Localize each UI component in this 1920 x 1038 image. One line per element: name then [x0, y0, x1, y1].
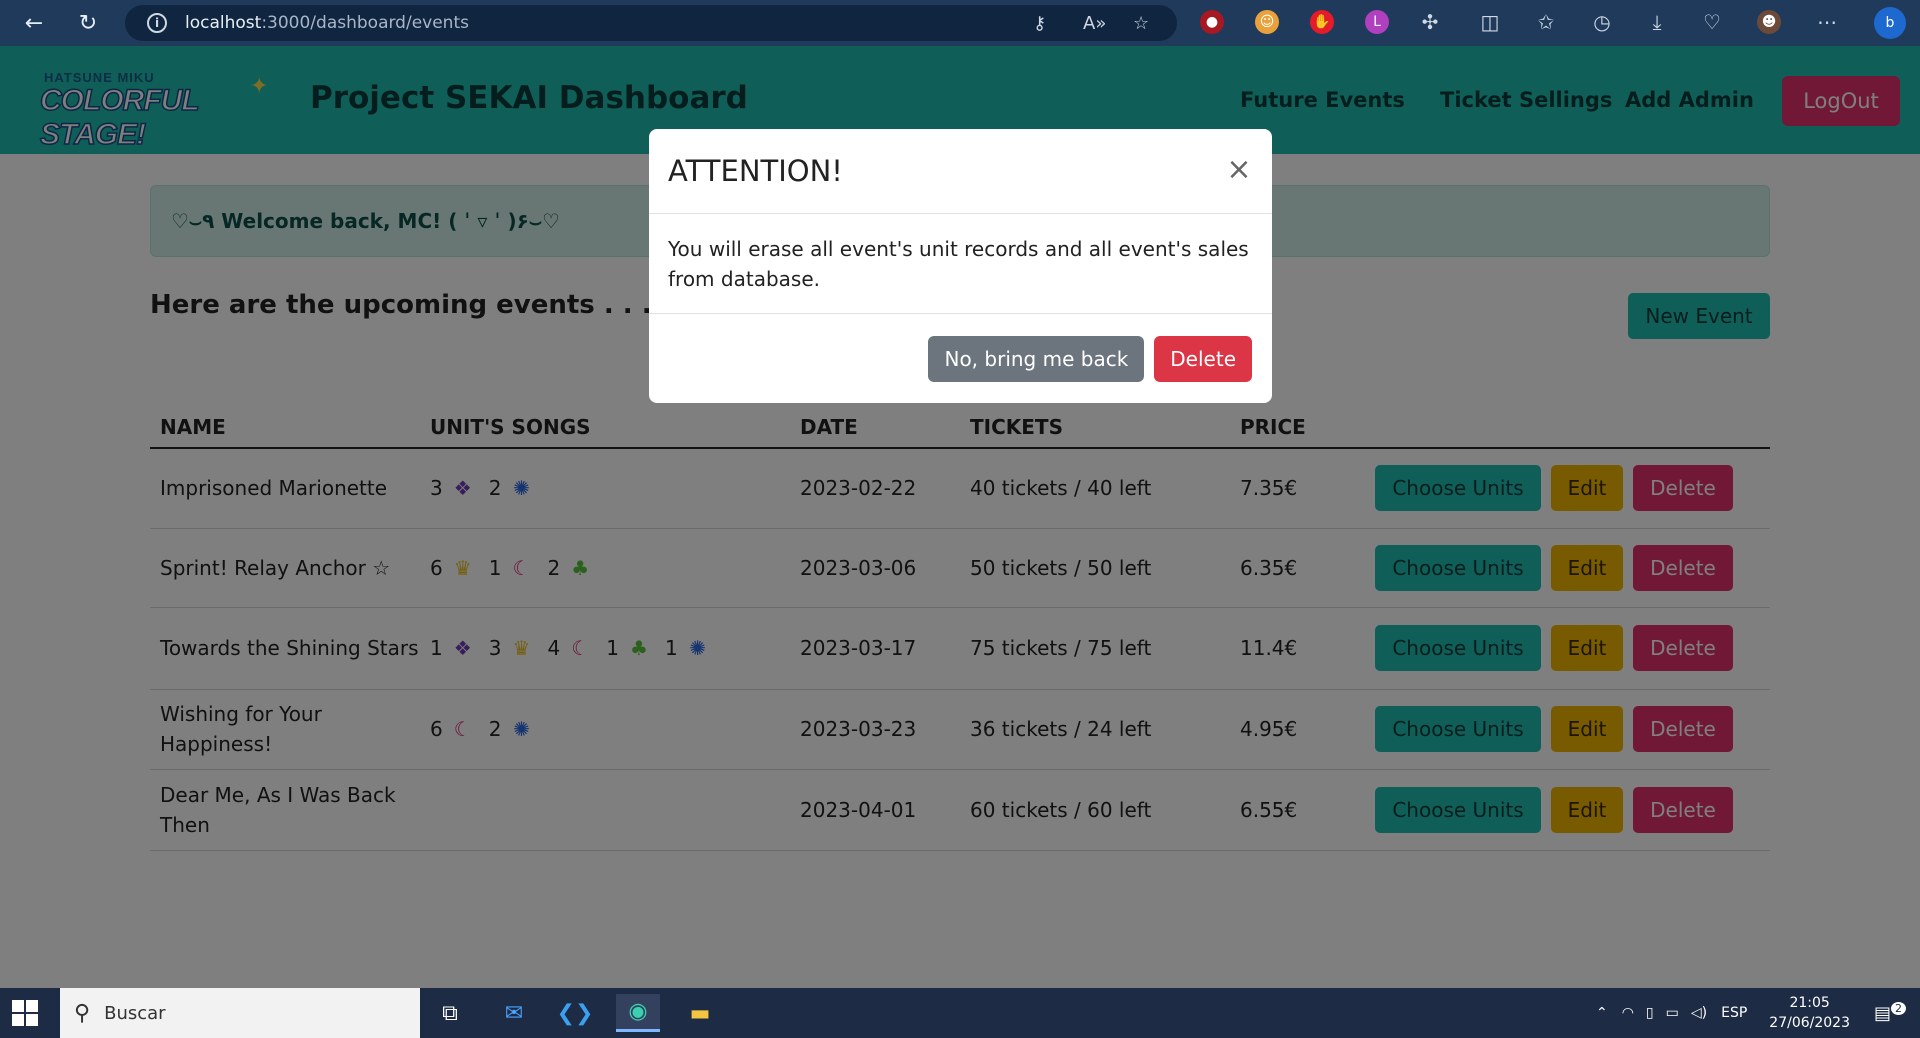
key-icon[interactable]: ⚷	[1033, 13, 1046, 34]
modal-footer: No, bring me back Delete	[649, 314, 1272, 403]
system-tray: ⌃ ◠ ▯ ▭ ◁) ESP 21:05 27/06/2023 ▤ 2	[1588, 988, 1920, 1038]
modal-backdrop[interactable]: ATTENTION! × You will erase all event's …	[0, 46, 1920, 988]
extension-hand-icon[interactable]: ✋	[1310, 10, 1334, 34]
history-icon[interactable]: ◷	[1590, 10, 1614, 34]
search-placeholder: Buscar	[104, 1002, 166, 1024]
confirm-delete-button[interactable]: Delete	[1154, 335, 1252, 382]
chevron-up-icon[interactable]: ⌃	[1596, 1005, 1608, 1021]
vscode-icon[interactable]: ❮❯	[553, 994, 597, 1032]
url-text: localhost:3000/dashboard/events	[185, 13, 469, 33]
downloads-icon[interactable]: ⤓	[1645, 10, 1669, 34]
address-bar[interactable]: i localhost:3000/dashboard/events ⚷ A» ☆	[125, 5, 1177, 41]
file-explorer-icon[interactable]: ▬	[678, 994, 722, 1032]
task-view-icon[interactable]: ⧉	[428, 994, 472, 1032]
wifi-icon[interactable]: ◠	[1622, 1005, 1634, 1021]
windows-taskbar: ⚲ Buscar ⧉ ✉ ❮❯ ◉ ▬ ⌃ ◠ ▯ ▭ ◁) ESP 21:05…	[0, 988, 1920, 1038]
device-icon[interactable]: ▯	[1646, 1005, 1654, 1021]
notification-icon[interactable]: ▤ 2	[1874, 1002, 1906, 1024]
search-icon: ⚲	[74, 1000, 91, 1026]
cancel-button[interactable]: No, bring me back	[928, 335, 1145, 382]
mail-icon[interactable]: ✉	[492, 994, 536, 1032]
clock-time: 21:05	[1789, 995, 1830, 1011]
battery-icon[interactable]: ▭	[1666, 1005, 1679, 1021]
favorite-star-icon[interactable]: ☆	[1133, 13, 1149, 34]
split-screen-icon[interactable]: ◫	[1478, 10, 1502, 34]
profile-avatar-icon[interactable]: ☻	[1757, 10, 1781, 34]
site-info-icon[interactable]: i	[147, 13, 167, 33]
modal-title: ATTENTION!	[668, 154, 843, 188]
extension-record-icon[interactable]: ●	[1200, 10, 1224, 34]
clock-date: 27/06/2023	[1769, 1015, 1850, 1031]
performance-heart-icon[interactable]: ♡	[1700, 10, 1724, 34]
confirm-delete-modal: ATTENTION! × You will erase all event's …	[649, 129, 1272, 403]
favorites-icon[interactable]: ✩	[1534, 10, 1558, 34]
clock[interactable]: 21:05 27/06/2023	[1769, 993, 1850, 1033]
close-icon[interactable]: ×	[1224, 155, 1254, 185]
modal-body: You will erase all event's unit records …	[649, 214, 1272, 314]
notification-count: 2	[1891, 1002, 1906, 1015]
read-aloud-icon[interactable]: A»	[1083, 13, 1106, 34]
refresh-icon[interactable]: ↻	[70, 5, 106, 41]
more-menu-icon[interactable]: ⋯	[1815, 10, 1839, 34]
taskbar-search[interactable]: ⚲ Buscar	[60, 988, 420, 1038]
extension-avatar-icon[interactable]: ☺	[1255, 10, 1279, 34]
extension-lr-icon[interactable]: L	[1365, 10, 1389, 34]
modal-header: ATTENTION! ×	[649, 129, 1272, 214]
browser-toolbar: ← ↻ i localhost:3000/dashboard/events ⚷ …	[0, 0, 1920, 46]
extensions-puzzle-icon[interactable]: ✣	[1418, 10, 1442, 34]
volume-icon[interactable]: ◁)	[1691, 1005, 1707, 1021]
back-arrow-icon[interactable]: ←	[16, 5, 52, 41]
bing-copilot-icon[interactable]: b	[1874, 7, 1906, 39]
language-indicator[interactable]: ESP	[1721, 1005, 1747, 1021]
edge-icon[interactable]: ◉	[616, 994, 660, 1032]
windows-start-icon[interactable]	[12, 1000, 38, 1026]
